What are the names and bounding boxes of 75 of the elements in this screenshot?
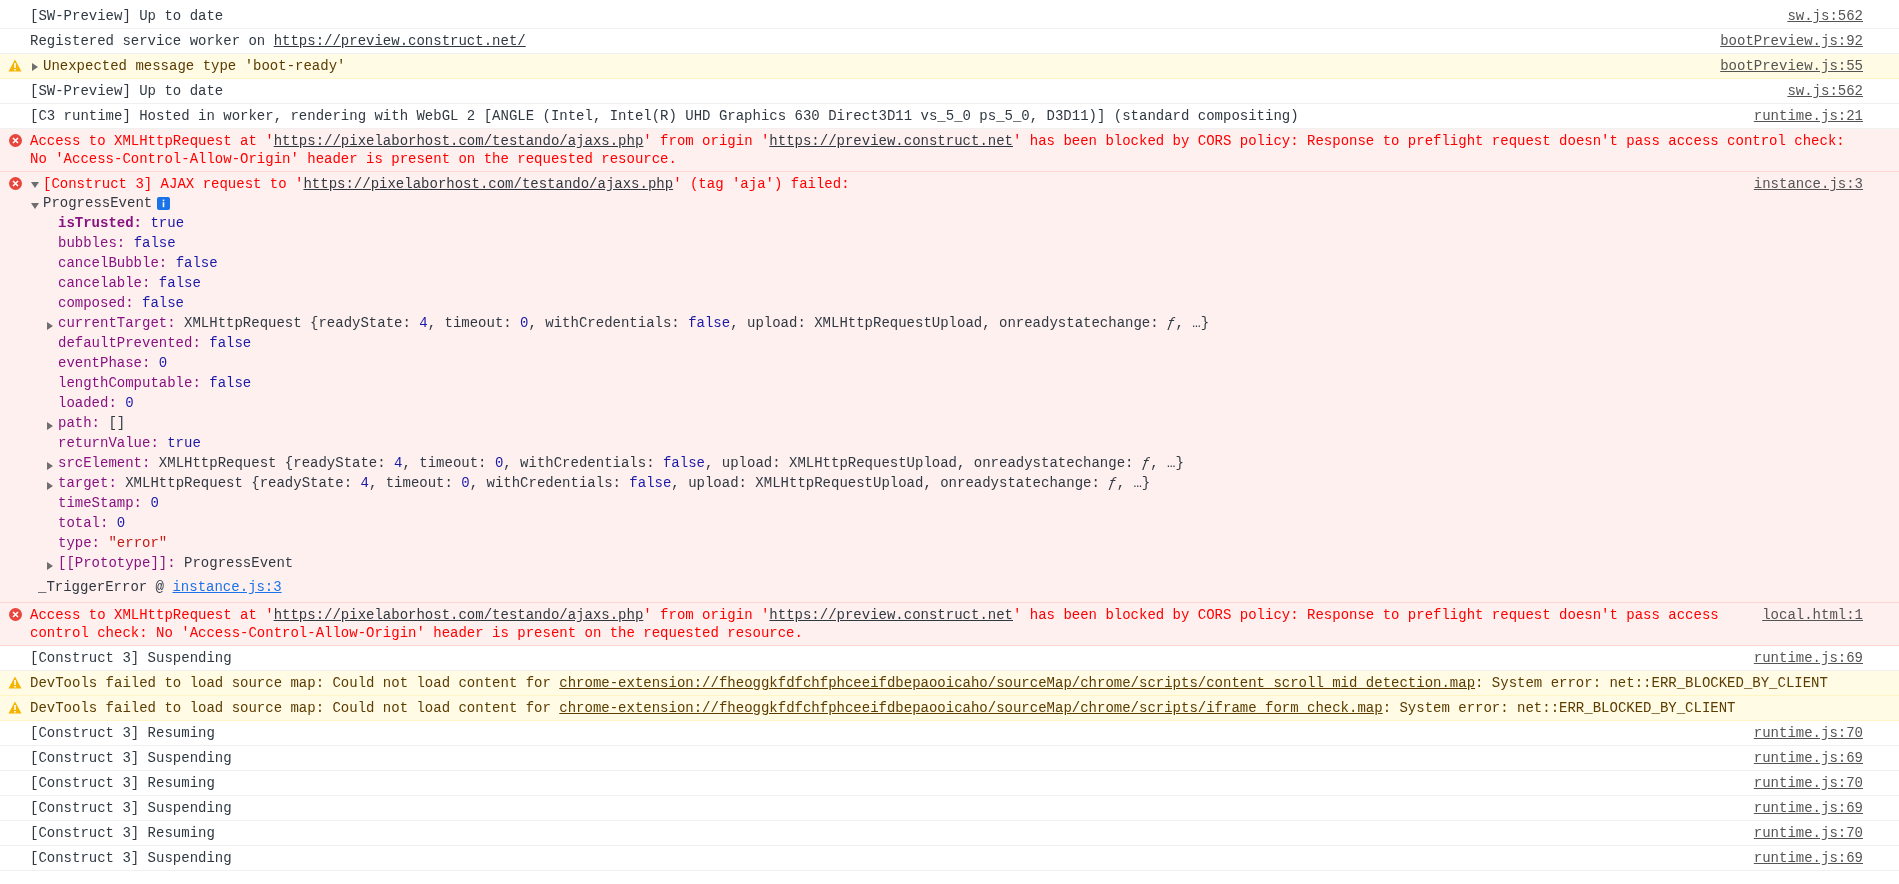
expand-triangle-icon[interactable]	[45, 320, 55, 331]
message-text: [Construct 3] Suspending	[30, 749, 233, 767]
property-line: cancelBubble: false	[58, 254, 218, 272]
source-link[interactable]: runtime.js:69	[1753, 849, 1863, 867]
property-line: eventPhase: 0	[58, 354, 168, 372]
source-link[interactable]: runtime.js:70	[1753, 724, 1863, 742]
message-text: [Construct 3] Suspending	[30, 649, 233, 667]
property-line: lengthComputable: false	[58, 374, 252, 392]
message-text: DevTools failed to load source map: Could not load content for chrome-extension://fheoggkfdfchfphceeifdbepaooicaho/sourceMap/chrome/scripts/iframe_form_check.map: System error: net::ERR_BLOCKED_BY_CLIENT	[30, 699, 1737, 717]
source-link[interactable]: instance.js:3	[1753, 175, 1863, 193]
message-text: [Construct 3] Suspending	[30, 849, 233, 867]
source-link[interactable]: sw.js:562	[1787, 7, 1863, 25]
message-text: [SW-Preview] Up to date	[30, 82, 225, 100]
warning-icon	[8, 59, 22, 72]
property-line: bubbles: false	[58, 234, 176, 252]
expand-triangle-icon[interactable]	[45, 460, 55, 471]
url-link[interactable]: chrome-extension://fheoggkfdfchfphceeifdbepaooicaho/sourceMap/chrome/scripts/iframe_form_check.map	[559, 700, 1383, 716]
error-icon	[8, 134, 22, 147]
expand-triangle-icon[interactable]	[30, 62, 40, 72]
message-text: Unexpected message type 'boot-ready'	[43, 57, 347, 75]
url-link[interactable]: https://pixelaborhost.com/testando/ajaxs.php	[273, 607, 644, 623]
message-text: [C3 runtime] Hosted in worker, rendering with WebGL 2 [ANGLE (Intel, Intel(R) UHD Graphics 630 Direct3D11 vs_5_0 ps_5_0, D3D11)] (standard compositing)	[30, 107, 1300, 125]
error-icon	[8, 177, 22, 190]
property-line: type: "error"	[58, 534, 168, 552]
source-link[interactable]: runtime.js:69	[1753, 749, 1863, 767]
property-line: currentTarget: XMLHttpRequest {readyState: 4, timeout: 0, withCredentials: false, upload: XMLHttpRequestUpload, onreadystatechange: ƒ, …}	[58, 314, 1210, 332]
url-link[interactable]: https://preview.construct.net	[769, 607, 1013, 623]
property-line: [[Prototype]]: ProgressEvent	[58, 554, 294, 572]
property-line: loaded: 0	[58, 394, 134, 412]
message-text: [Construct 3] Resuming	[30, 724, 216, 742]
message-text: Access to XMLHttpRequest at 'https://pixelaborhost.com/testando/ajaxs.php' from origin 'https://preview.construct.net' has been blocked by CORS policy: Response to preflight request doesn't pass access control check: No 'Access-Control-Allow-Origin' header is present on the requested resource.	[30, 132, 1846, 168]
message-text: [Construct 3] Resuming	[30, 824, 216, 842]
message-text: [Construct 3] Resuming	[30, 774, 216, 792]
source-link[interactable]: runtime.js:21	[1753, 107, 1863, 125]
message-text: [Construct 3] Suspending	[30, 799, 233, 817]
property-line: isTrusted: true	[58, 214, 185, 232]
expand-triangle-icon[interactable]	[30, 200, 40, 211]
expand-triangle-icon[interactable]	[45, 480, 55, 491]
property-line: cancelable: false	[58, 274, 201, 292]
source-link[interactable]: runtime.js:69	[1753, 649, 1863, 667]
message-text: Access to XMLHttpRequest at 'https://pixelaborhost.com/testando/ajaxs.php' from origin 'https://preview.construct.net' has been blocked by CORS policy: Response to preflight request doesn't pass access control check: No 'Access-Control-Allow-Origin' header is present on the requested resource.	[30, 606, 1720, 642]
expand-triangle-icon[interactable]	[30, 180, 40, 190]
source-link[interactable]: local.html:1	[1762, 606, 1863, 624]
stack-link[interactable]: instance.js:3	[172, 579, 282, 595]
source-link[interactable]: runtime.js:70	[1753, 774, 1863, 792]
stack-frame: _TriggerError @ instance.js:3	[30, 573, 1863, 599]
source-link[interactable]: bootPreview.js:55	[1720, 57, 1863, 75]
warning-icon	[8, 701, 22, 714]
expand-triangle-icon[interactable]	[45, 560, 55, 571]
info-icon[interactable]	[157, 196, 171, 210]
source-link[interactable]: runtime.js:70	[1753, 824, 1863, 842]
url-link[interactable]: https://pixelaborhost.com/testando/ajaxs.php	[303, 176, 674, 192]
message-text: [Construct 3] AJAX request to 'https://pixelaborhost.com/testando/ajaxs.php' (tag 'aja') failed:	[43, 175, 851, 193]
source-link[interactable]: runtime.js:69	[1753, 799, 1863, 817]
property-line: timeStamp: 0	[58, 494, 159, 512]
expand-triangle-icon[interactable]	[45, 420, 55, 431]
property-line: total: 0	[58, 514, 126, 532]
source-link[interactable]: bootPreview.js:92	[1720, 32, 1863, 50]
property-line: defaultPrevented: false	[58, 334, 252, 352]
error-icon	[8, 608, 22, 621]
property-line: returnValue: true	[58, 434, 201, 452]
source-link[interactable]: sw.js:562	[1787, 82, 1863, 100]
url-link[interactable]: https://pixelaborhost.com/testando/ajaxs.php	[273, 133, 644, 149]
property-line: target: XMLHttpRequest {readyState: 4, timeout: 0, withCredentials: false, upload: XMLHttpRequestUpload, onreadystatechange: ƒ, …}	[58, 474, 1151, 492]
property-line: composed: false	[58, 294, 185, 312]
message-text: DevTools failed to load source map: Could not load content for chrome-extension://fheoggkfdfchfphceeifdbepaooicaho/sourceMap/chrome/scripts/content_scroll_mid_detection.map: System error: net::ERR_BLOCKED_BY_CLIENT	[30, 674, 1829, 692]
url-link[interactable]: https://preview.construct.net/	[273, 33, 526, 49]
url-link[interactable]: https://preview.construct.net	[769, 133, 1013, 149]
warning-icon	[8, 676, 22, 689]
url-link[interactable]: chrome-extension://fheoggkfdfchfphceeifdbepaooicaho/sourceMap/chrome/scripts/content_scroll_mid_detection.map	[559, 675, 1476, 691]
property-line: srcElement: XMLHttpRequest {readyState: 4, timeout: 0, withCredentials: false, upload: XMLHttpRequestUpload, onreadystatechange: ƒ, …}	[58, 454, 1184, 472]
message-text: Registered service worker on https://preview.construct.net/	[30, 32, 527, 50]
property-line: path: []	[58, 414, 126, 432]
message-text: [SW-Preview] Up to date	[30, 7, 225, 25]
object-label: ProgressEvent	[43, 194, 153, 212]
